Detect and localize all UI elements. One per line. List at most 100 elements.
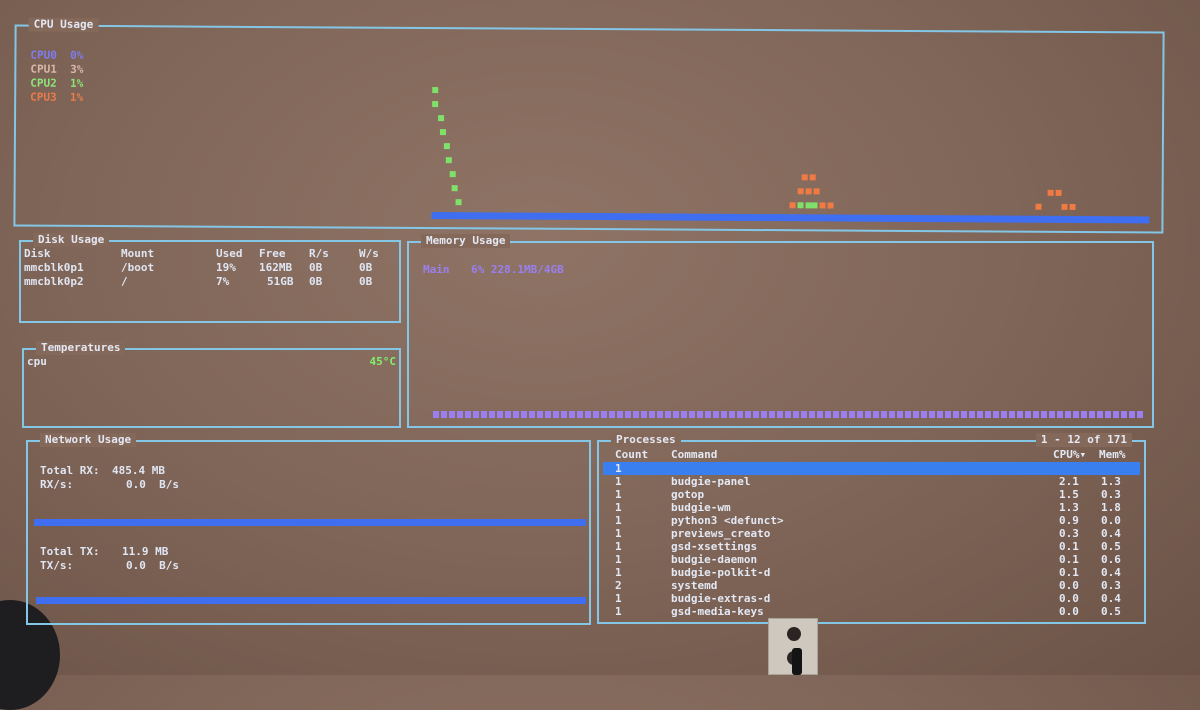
disk-usage-panel: Disk Usage Disk Mount Used Free R/s W/s … bbox=[19, 233, 401, 323]
network-tx-total-label: Total TX: bbox=[40, 545, 100, 558]
process-row[interactable]: 1 budgie-polkit-d 0.1 0.4 bbox=[599, 566, 1144, 579]
process-mem: 0.4 bbox=[1101, 592, 1121, 605]
memory-usage-title: Memory Usage bbox=[421, 234, 511, 248]
cpu-plot-dot bbox=[439, 129, 446, 136]
memory-main-value: 6% 228.1MB/4GB bbox=[471, 263, 564, 276]
process-command: budgie-extras-d bbox=[671, 592, 771, 605]
disk-header-used: Used bbox=[216, 247, 243, 260]
process-cpu: 1.3 bbox=[1059, 501, 1079, 514]
processes-range: 1 - 12 of 171 bbox=[1035, 433, 1132, 447]
network-rx-rate-label: RX/s: bbox=[40, 478, 74, 491]
processes-panel: Processes 1 - 12 of 171 Count Command CP… bbox=[597, 433, 1146, 624]
process-mem: 0.6 bbox=[1101, 553, 1121, 566]
cpu-plot-dot bbox=[1069, 203, 1076, 210]
process-row[interactable]: 1 budgie-wm 1.3 1.8 bbox=[599, 501, 1144, 514]
col-header-command[interactable]: Command bbox=[671, 448, 717, 461]
process-count: 1 bbox=[615, 566, 622, 579]
network-tx-bar bbox=[36, 597, 586, 604]
cpu-braille-plot bbox=[15, 27, 1162, 232]
process-row[interactable]: 1 python3 <defunct> 0.9 0.0 bbox=[599, 514, 1144, 527]
process-count: 1 bbox=[615, 605, 622, 618]
process-row[interactable]: 1 budgie-panel 2.1 1.3 bbox=[599, 475, 1144, 488]
temperatures-title: Temperatures bbox=[36, 341, 126, 355]
cpu-plot-dot bbox=[827, 202, 834, 209]
process-cpu: 0.1 bbox=[1059, 540, 1079, 553]
process-count: 1 bbox=[615, 501, 622, 514]
col-header-mem[interactable]: Mem% bbox=[1099, 448, 1126, 461]
process-count: 1 bbox=[615, 475, 622, 488]
cpu-plot-dot bbox=[432, 101, 439, 108]
power-cord bbox=[792, 648, 802, 675]
network-tx-rate-label: TX/s: bbox=[40, 559, 74, 572]
cpu-plot-dot bbox=[455, 199, 462, 206]
cpu-plot-dot bbox=[1055, 189, 1062, 196]
process-mem: 0.3 bbox=[1101, 579, 1121, 592]
network-tx-total-value: 11.9 MB bbox=[122, 545, 169, 558]
temperatures-panel: Temperatures cpu 45°C bbox=[22, 341, 401, 428]
disk-header-ws: W/s bbox=[359, 247, 379, 260]
process-command: budgie-daemon bbox=[671, 553, 758, 566]
process-cpu: 1.5 bbox=[1059, 488, 1079, 501]
disk-row-1-free: 162MB bbox=[259, 261, 293, 274]
col-header-cpu[interactable]: CPU%▾ bbox=[1053, 448, 1086, 461]
process-command: systemd bbox=[671, 579, 718, 592]
disk-row-2-rs: 0B bbox=[309, 275, 323, 288]
process-cpu: 0.0 bbox=[1059, 579, 1079, 592]
process-cpu: 0.0 bbox=[1059, 592, 1079, 605]
process-row[interactable]: 1 previews_creato 0.3 0.4 bbox=[599, 527, 1144, 540]
process-row[interactable]: 1 gsd-media-keys 0.0 0.5 bbox=[599, 605, 1144, 618]
process-command: gsd-media-keys bbox=[671, 605, 764, 618]
process-command: gsd-xsettings bbox=[671, 540, 758, 553]
process-mem: 0.4 bbox=[1101, 527, 1121, 540]
process-cpu: 2.1 bbox=[1059, 475, 1079, 488]
cpu-plot-dot bbox=[797, 202, 804, 209]
col-header-count[interactable]: Count bbox=[615, 448, 648, 461]
temp-sensor-value: 45°C bbox=[369, 355, 397, 368]
cpu-plot-dot bbox=[432, 87, 439, 94]
process-cpu: 0.3 bbox=[1059, 527, 1079, 540]
process-row[interactable]: 1 budgie-extras-d 0.0 0.4 bbox=[599, 592, 1144, 605]
disk-row-1-rs: 0B bbox=[309, 261, 323, 274]
cpu-plot-dot bbox=[797, 188, 804, 195]
process-row-selected[interactable]: 1 bbox=[603, 462, 1140, 475]
disk-row-2-disk: mmcblk0p2 bbox=[24, 275, 84, 288]
memory-main-label: Main bbox=[423, 263, 450, 276]
cpu-plot-dot bbox=[789, 202, 796, 209]
process-cpu: 0.9 bbox=[1059, 514, 1079, 527]
process-row[interactable]: 1 budgie-daemon 0.1 0.6 bbox=[599, 553, 1144, 566]
network-usage-panel: Network Usage Total RX: 485.4 MB RX/s: 0… bbox=[26, 433, 591, 625]
cpu-plot-dot bbox=[811, 202, 818, 209]
process-mem: 0.0 bbox=[1101, 514, 1121, 527]
memory-usage-bar bbox=[433, 411, 1145, 418]
processes-title: Processes bbox=[611, 433, 681, 447]
disk-row-1-mount: /boot bbox=[121, 261, 155, 274]
cpu-plot-dot bbox=[1047, 189, 1054, 196]
process-mem: 0.5 bbox=[1101, 605, 1121, 618]
temp-sensor-label: cpu bbox=[27, 355, 47, 368]
process-count: 1 bbox=[615, 592, 622, 605]
disk-usage-title: Disk Usage bbox=[33, 233, 110, 247]
disk-row-2-used: 7% bbox=[216, 275, 230, 288]
cpu-plot-dot bbox=[445, 157, 452, 164]
process-row[interactable]: 1 gsd-xsettings 0.1 0.5 bbox=[599, 540, 1144, 553]
disk-row-1-used: 19% bbox=[216, 261, 236, 274]
disk-header-mount: Mount bbox=[121, 247, 155, 260]
disk-header-rs: R/s bbox=[309, 247, 329, 260]
cpu-plot-dot bbox=[443, 143, 450, 150]
process-count: 1 bbox=[615, 488, 622, 501]
disk-row-2-mount: / bbox=[121, 275, 128, 288]
cpu-plot-dot bbox=[1061, 203, 1068, 210]
process-mem: 1.3 bbox=[1101, 475, 1121, 488]
process-count: 1 bbox=[615, 527, 622, 540]
process-row[interactable]: 2 systemd 0.0 0.3 bbox=[599, 579, 1144, 592]
network-rx-total-value: 485.4 MB bbox=[112, 464, 165, 477]
process-command: budgie-polkit-d bbox=[671, 566, 771, 579]
process-command: python3 <defunct> bbox=[671, 514, 784, 527]
cpu-plot-dot bbox=[438, 115, 445, 122]
process-count: 2 bbox=[615, 579, 622, 592]
process-row[interactable]: 1 gotop 1.5 0.3 bbox=[599, 488, 1144, 501]
cpu-plot-dot bbox=[451, 185, 458, 192]
process-mem: 1.8 bbox=[1101, 501, 1121, 514]
process-command: previews_creato bbox=[671, 527, 771, 540]
disk-row-1-ws: 0B bbox=[359, 261, 373, 274]
